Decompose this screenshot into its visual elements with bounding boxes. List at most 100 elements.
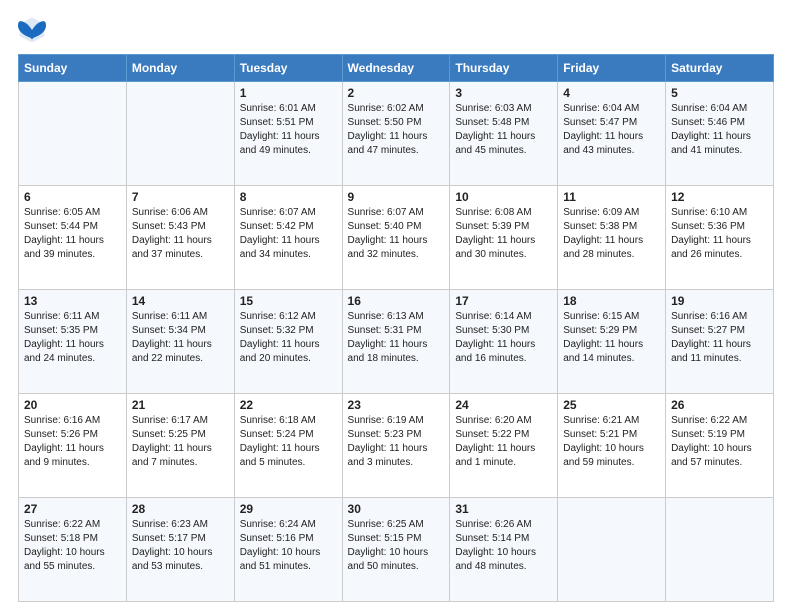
- calendar-cell: 14 Sunrise: 6:11 AM Sunset: 5:34 PM Dayli…: [126, 290, 234, 394]
- calendar-cell: 26Sunrise: 6:22 AM Sunset: 5:19 PM Dayli…: [666, 394, 774, 498]
- day-number: 7: [132, 190, 229, 204]
- calendar-cell: [558, 498, 666, 602]
- day-number: 16: [348, 294, 445, 308]
- calendar-cell: 27Sunrise: 6:22 AM Sunset: 5:18 PM Dayli…: [19, 498, 127, 602]
- day-number: 24: [455, 398, 552, 412]
- day-number: 8: [240, 190, 337, 204]
- day-info: Sunrise: 6:24 AM Sunset: 5:16 PM Dayligh…: [240, 518, 337, 574]
- calendar-cell: 9 Sunrise: 6:07 AM Sunset: 5:40 PM Daylig…: [342, 186, 450, 290]
- day-info: Sunrise: 6:10 AM Sunset: 5:36 PM Dayligh…: [671, 206, 768, 262]
- day-info: Sunrise: 6:11 AM Sunset: 5:34 PM Dayligh…: [132, 310, 229, 366]
- week-row-2: 6 Sunrise: 6:05 AM Sunset: 5:44 PM Daylig…: [19, 186, 774, 290]
- day-info: Sunrise: 6:05 AM Sunset: 5:44 PM Dayligh…: [24, 206, 121, 262]
- day-number: 17: [455, 294, 552, 308]
- calendar-cell: 25 Sunrise: 6:21 AM Sunset: 5:21 PM Dayli…: [558, 394, 666, 498]
- weekday-header-saturday: Saturday: [666, 55, 774, 82]
- weekday-header-tuesday: Tuesday: [234, 55, 342, 82]
- day-number: 20: [24, 398, 121, 412]
- week-row-5: 27Sunrise: 6:22 AM Sunset: 5:18 PM Dayli…: [19, 498, 774, 602]
- day-info: Sunrise: 6:21 AM Sunset: 5:21 PM Dayligh…: [563, 414, 660, 470]
- day-number: 4: [563, 86, 660, 100]
- day-number: 14: [132, 294, 229, 308]
- day-number: 2: [348, 86, 445, 100]
- calendar-cell: 15 Sunrise: 6:12 AM Sunset: 5:32 PM Dayli…: [234, 290, 342, 394]
- calendar-cell: 4 Sunrise: 6:04 AM Sunset: 5:47 PM Daylig…: [558, 82, 666, 186]
- calendar-header: SundayMondayTuesdayWednesdayThursdayFrid…: [19, 55, 774, 82]
- day-info: Sunrise: 6:14 AM Sunset: 5:30 PM Dayligh…: [455, 310, 552, 366]
- day-info: Sunrise: 6:23 AM Sunset: 5:17 PM Dayligh…: [132, 518, 229, 574]
- day-info: Sunrise: 6:13 AM Sunset: 5:31 PM Dayligh…: [348, 310, 445, 366]
- calendar-cell: 22 Sunrise: 6:18 AM Sunset: 5:24 PM Dayli…: [234, 394, 342, 498]
- day-number: 3: [455, 86, 552, 100]
- day-info: Sunrise: 6:18 AM Sunset: 5:24 PM Dayligh…: [240, 414, 337, 470]
- day-number: 25: [563, 398, 660, 412]
- calendar-cell: [666, 498, 774, 602]
- day-info: Sunrise: 6:09 AM Sunset: 5:38 PM Dayligh…: [563, 206, 660, 262]
- day-number: 21: [132, 398, 229, 412]
- day-info: Sunrise: 6:03 AM Sunset: 5:48 PM Dayligh…: [455, 102, 552, 158]
- calendar-cell: 1Sunrise: 6:01 AM Sunset: 5:51 PM Daylig…: [234, 82, 342, 186]
- day-info: Sunrise: 6:16 AM Sunset: 5:27 PM Dayligh…: [671, 310, 768, 366]
- day-info: Sunrise: 6:04 AM Sunset: 5:47 PM Dayligh…: [563, 102, 660, 158]
- day-info: Sunrise: 6:07 AM Sunset: 5:40 PM Dayligh…: [348, 206, 445, 262]
- day-number: 18: [563, 294, 660, 308]
- day-number: 9: [348, 190, 445, 204]
- calendar-cell: 12 Sunrise: 6:10 AM Sunset: 5:36 PM Dayli…: [666, 186, 774, 290]
- day-number: 6: [24, 190, 121, 204]
- calendar-cell: 28 Sunrise: 6:23 AM Sunset: 5:17 PM Dayli…: [126, 498, 234, 602]
- calendar-cell: 6 Sunrise: 6:05 AM Sunset: 5:44 PM Daylig…: [19, 186, 127, 290]
- calendar-cell: 29Sunrise: 6:24 AM Sunset: 5:16 PM Dayli…: [234, 498, 342, 602]
- calendar-cell: 18 Sunrise: 6:15 AM Sunset: 5:29 PM Dayli…: [558, 290, 666, 394]
- day-number: 22: [240, 398, 337, 412]
- weekday-header-friday: Friday: [558, 55, 666, 82]
- week-row-1: 1Sunrise: 6:01 AM Sunset: 5:51 PM Daylig…: [19, 82, 774, 186]
- day-info: Sunrise: 6:19 AM Sunset: 5:23 PM Dayligh…: [348, 414, 445, 470]
- day-number: 28: [132, 502, 229, 516]
- weekday-header-wednesday: Wednesday: [342, 55, 450, 82]
- day-info: Sunrise: 6:12 AM Sunset: 5:32 PM Dayligh…: [240, 310, 337, 366]
- calendar-cell: 7 Sunrise: 6:06 AM Sunset: 5:43 PM Daylig…: [126, 186, 234, 290]
- calendar-cell: 11 Sunrise: 6:09 AM Sunset: 5:38 PM Dayli…: [558, 186, 666, 290]
- day-number: 10: [455, 190, 552, 204]
- day-info: Sunrise: 6:11 AM Sunset: 5:35 PM Dayligh…: [24, 310, 121, 366]
- day-info: Sunrise: 6:06 AM Sunset: 5:43 PM Dayligh…: [132, 206, 229, 262]
- day-number: 19: [671, 294, 768, 308]
- day-info: Sunrise: 6:26 AM Sunset: 5:14 PM Dayligh…: [455, 518, 552, 574]
- day-number: 31: [455, 502, 552, 516]
- week-row-3: 13 Sunrise: 6:11 AM Sunset: 5:35 PM Dayli…: [19, 290, 774, 394]
- day-number: 12: [671, 190, 768, 204]
- calendar-cell: 8 Sunrise: 6:07 AM Sunset: 5:42 PM Daylig…: [234, 186, 342, 290]
- calendar-cell: 16 Sunrise: 6:13 AM Sunset: 5:31 PM Dayli…: [342, 290, 450, 394]
- header: [18, 16, 774, 44]
- calendar-body: 1Sunrise: 6:01 AM Sunset: 5:51 PM Daylig…: [19, 82, 774, 602]
- day-number: 13: [24, 294, 121, 308]
- weekday-header-thursday: Thursday: [450, 55, 558, 82]
- calendar-table: SundayMondayTuesdayWednesdayThursdayFrid…: [18, 54, 774, 602]
- calendar-cell: [126, 82, 234, 186]
- calendar-cell: 31 Sunrise: 6:26 AM Sunset: 5:14 PM Dayli…: [450, 498, 558, 602]
- weekday-header-sunday: Sunday: [19, 55, 127, 82]
- day-info: Sunrise: 6:16 AM Sunset: 5:26 PM Dayligh…: [24, 414, 121, 470]
- day-number: 11: [563, 190, 660, 204]
- day-info: Sunrise: 6:04 AM Sunset: 5:46 PM Dayligh…: [671, 102, 768, 158]
- calendar-cell: 13 Sunrise: 6:11 AM Sunset: 5:35 PM Dayli…: [19, 290, 127, 394]
- calendar-cell: 17 Sunrise: 6:14 AM Sunset: 5:30 PM Dayli…: [450, 290, 558, 394]
- day-info: Sunrise: 6:07 AM Sunset: 5:42 PM Dayligh…: [240, 206, 337, 262]
- day-info: Sunrise: 6:02 AM Sunset: 5:50 PM Dayligh…: [348, 102, 445, 158]
- calendar-cell: 30Sunrise: 6:25 AM Sunset: 5:15 PM Dayli…: [342, 498, 450, 602]
- day-number: 23: [348, 398, 445, 412]
- logo-icon: [18, 16, 46, 44]
- page: SundayMondayTuesdayWednesdayThursdayFrid…: [0, 0, 792, 612]
- day-number: 26: [671, 398, 768, 412]
- day-number: 15: [240, 294, 337, 308]
- day-number: 5: [671, 86, 768, 100]
- calendar-cell: 21 Sunrise: 6:17 AM Sunset: 5:25 PM Dayli…: [126, 394, 234, 498]
- week-row-4: 20 Sunrise: 6:16 AM Sunset: 5:26 PM Dayli…: [19, 394, 774, 498]
- calendar-cell: 10Sunrise: 6:08 AM Sunset: 5:39 PM Dayli…: [450, 186, 558, 290]
- weekday-row: SundayMondayTuesdayWednesdayThursdayFrid…: [19, 55, 774, 82]
- calendar-cell: 20 Sunrise: 6:16 AM Sunset: 5:26 PM Dayli…: [19, 394, 127, 498]
- day-number: 1: [240, 86, 337, 100]
- day-info: Sunrise: 6:17 AM Sunset: 5:25 PM Dayligh…: [132, 414, 229, 470]
- day-info: Sunrise: 6:15 AM Sunset: 5:29 PM Dayligh…: [563, 310, 660, 366]
- day-info: Sunrise: 6:25 AM Sunset: 5:15 PM Dayligh…: [348, 518, 445, 574]
